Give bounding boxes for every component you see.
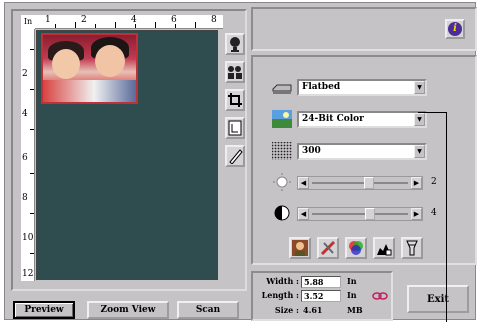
- preview-button[interactable]: Preview: [13, 301, 75, 319]
- source-value: Flatbed: [302, 82, 341, 92]
- aspect-lock-button[interactable]: [371, 289, 389, 303]
- curves-button[interactable]: [317, 237, 339, 259]
- brightness-slider[interactable]: ◀ ▶: [297, 176, 423, 190]
- length-label: Length :: [261, 290, 299, 300]
- contrast-slider[interactable]: ◀ ▶: [297, 207, 423, 221]
- portrait-icon: [292, 240, 308, 256]
- tools-icon: [320, 240, 336, 256]
- contrast-value: 4: [431, 208, 437, 218]
- scanner-window: In 1 2 4 6 8 2 4 6 8 10 12 Preview Zoom …: [4, 2, 477, 321]
- ruler-unit-label: In: [21, 15, 35, 29]
- adjustment-toolbar: [289, 237, 423, 259]
- scan-button[interactable]: Scan: [177, 301, 239, 319]
- resolution-value: 300: [302, 146, 321, 156]
- chain-link-icon: [372, 292, 388, 300]
- chevron-left-icon[interactable]: ◀: [298, 177, 309, 189]
- exit-button[interactable]: Exit: [407, 285, 469, 313]
- flatbed-scanner-icon: [272, 84, 292, 94]
- multi-crop-button[interactable]: [225, 61, 245, 83]
- brightness-icon: [273, 173, 291, 191]
- preview-panel: In 1 2 4 6 8 2 4 6 8 10 12: [11, 9, 247, 291]
- crop-icon: [228, 93, 242, 107]
- width-field[interactable]: 5.88: [301, 276, 341, 288]
- auto-scan-button[interactable]: [225, 33, 245, 55]
- settings-panel: Flatbed ▼ 24-Bit Color ▼ 300 ▼ ◀ ▶ 2 ◀ ▶…: [251, 55, 477, 265]
- mode-select[interactable]: 24-Bit Color ▼: [297, 111, 427, 128]
- chevron-right-icon[interactable]: ▶: [411, 177, 422, 189]
- info-panel: i: [251, 7, 477, 51]
- brightness-value: 2: [431, 177, 437, 187]
- color-mode-icon: [272, 110, 292, 128]
- preview-toolbar: [225, 33, 245, 173]
- callout-line: [418, 112, 446, 113]
- ruler-top-label: 1: [45, 15, 51, 25]
- brightness-thumb[interactable]: [364, 177, 374, 189]
- ruler-top-label: 2: [81, 15, 87, 25]
- ruler-left: 2 4 6 8 10 12: [21, 29, 35, 281]
- width-unit: In: [347, 276, 357, 286]
- portrait-adjust-button[interactable]: [289, 237, 311, 259]
- info-icon: i: [448, 22, 462, 36]
- width-label: Width :: [266, 276, 299, 286]
- scan-preview-area[interactable]: [36, 30, 218, 280]
- size-label: Size :: [274, 305, 299, 315]
- ruler-left-label: 4: [22, 109, 28, 119]
- size-unit: MB: [347, 305, 363, 315]
- ruler-left-label: 6: [22, 153, 28, 163]
- filter-icon: [406, 240, 418, 256]
- source-select[interactable]: Flatbed ▼: [297, 79, 427, 96]
- pen-icon: [229, 149, 243, 164]
- chevron-down-icon[interactable]: ▼: [414, 81, 425, 94]
- zoom-view-button[interactable]: Zoom View: [87, 301, 169, 319]
- output-size-panel: Width : 5.88 In Length : 3.52 In Size : …: [251, 271, 393, 321]
- ruler-top: 1 2 4 6 8: [35, 15, 223, 29]
- filter-button[interactable]: [401, 237, 423, 259]
- contrast-thumb[interactable]: [365, 208, 375, 220]
- frame-icon: [228, 120, 242, 136]
- resolution-select[interactable]: 300 ▼: [297, 143, 427, 160]
- multi-crop-icon: [228, 66, 242, 79]
- ruler-top-label: 8: [211, 15, 217, 25]
- ruler-left-label: 8: [22, 193, 28, 203]
- length-field[interactable]: 3.52: [301, 290, 341, 302]
- mode-value: 24-Bit Color: [302, 114, 364, 124]
- chevron-left-icon[interactable]: ◀: [298, 208, 309, 220]
- ruler-left-label: 2: [22, 69, 28, 79]
- ruler-left-label: 10: [22, 233, 34, 243]
- chevron-down-icon[interactable]: ▼: [414, 113, 425, 126]
- length-unit: In: [347, 290, 357, 300]
- color-balance-button[interactable]: [345, 237, 367, 259]
- resolution-icon: [272, 142, 292, 160]
- histogram-button[interactable]: [373, 237, 395, 259]
- scanned-photo-selection[interactable]: [41, 33, 138, 104]
- histogram-icon: [377, 244, 392, 256]
- frame-button[interactable]: [225, 117, 245, 139]
- crop-button[interactable]: [225, 89, 245, 111]
- size-value: 4.61: [303, 305, 323, 315]
- auto-scan-icon: [230, 37, 240, 52]
- color-wheel-icon: [349, 241, 363, 255]
- info-button[interactable]: i: [445, 19, 465, 39]
- ruler-left-label: 12: [22, 269, 34, 279]
- contrast-icon: [274, 205, 290, 221]
- pen-button[interactable]: [225, 145, 245, 167]
- chevron-right-icon[interactable]: ▶: [411, 208, 422, 220]
- callout-line: [446, 112, 447, 322]
- chevron-down-icon[interactable]: ▼: [414, 145, 425, 158]
